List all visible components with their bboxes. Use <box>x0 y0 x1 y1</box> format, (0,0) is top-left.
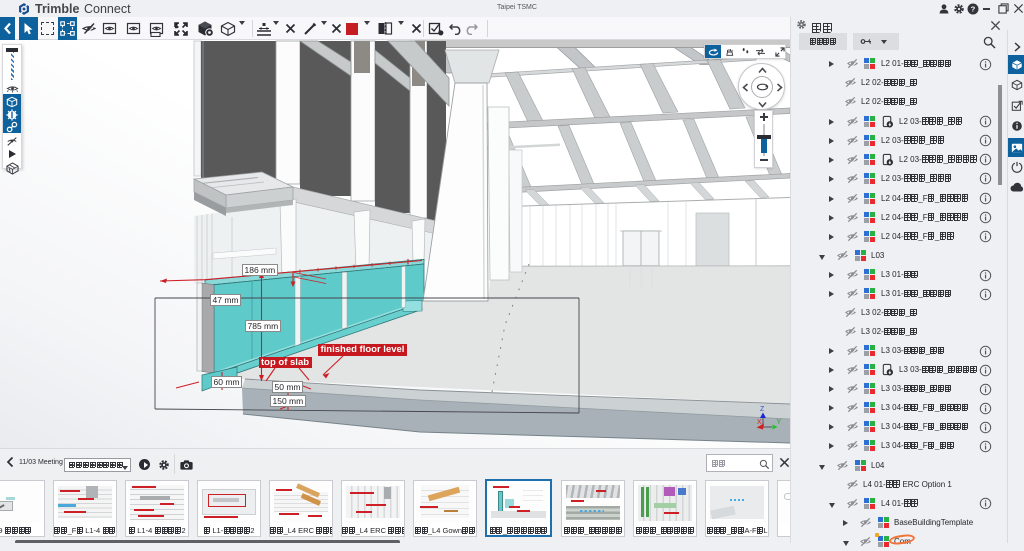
svg-text:X: X <box>757 419 762 426</box>
svg-text:Z: Z <box>760 406 765 413</box>
svg-text:Y: Y <box>777 419 782 426</box>
svg-text:?: ? <box>971 5 976 14</box>
